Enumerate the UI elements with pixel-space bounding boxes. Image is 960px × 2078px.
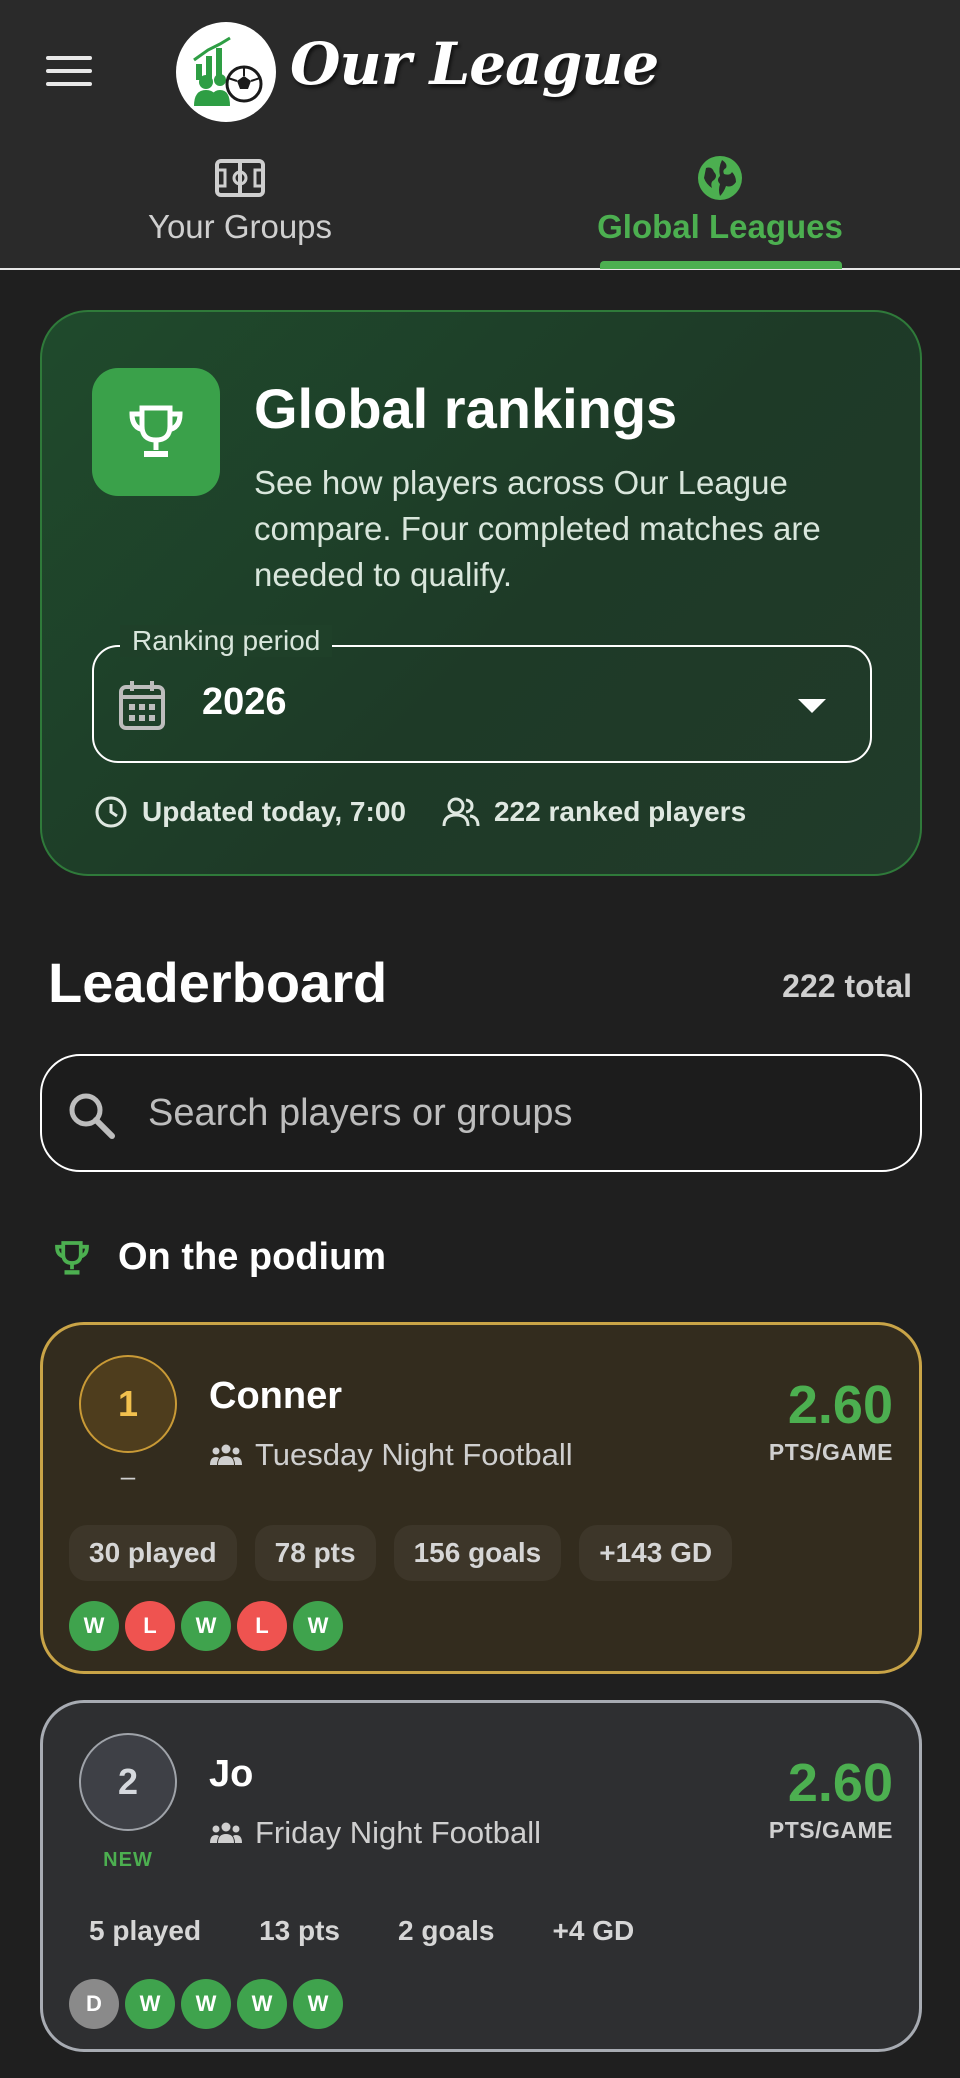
active-tab-indicator	[600, 261, 842, 269]
search-icon	[66, 1090, 118, 1142]
player-group-name: Tuesday Night Football	[255, 1437, 573, 1472]
hero-title: Global rankings	[254, 377, 678, 440]
trophy-icon	[92, 368, 220, 496]
stat-chips: 5 played 13 pts 2 goals +4 GD	[69, 1903, 672, 1959]
tab-label: Global Leagues	[597, 208, 843, 245]
recent-form: D W W W W	[69, 1979, 349, 2029]
global-rankings-card: Global rankings See how players across O…	[40, 310, 922, 876]
tab-your-groups[interactable]: Your Groups	[0, 140, 480, 268]
stat-goal-difference: +4 GD	[552, 1915, 635, 1946]
search-box	[40, 1054, 922, 1172]
form-result: W	[69, 1601, 119, 1651]
rankings-meta: Updated today, 7:00 222 ranked players	[94, 792, 746, 832]
group-icon	[210, 1444, 242, 1465]
rank-badge: 2	[79, 1733, 177, 1831]
stat-points: 13 pts	[259, 1915, 340, 1946]
form-result: W	[181, 1601, 231, 1651]
form-result: L	[237, 1601, 287, 1651]
stat-played: 5 played	[89, 1915, 202, 1946]
form-result: W	[125, 1979, 175, 2029]
recent-form: W L W L W	[69, 1601, 349, 1651]
stat-points: 78 pts	[254, 1525, 376, 1581]
form-result: L	[125, 1601, 175, 1651]
tab-global-leagues[interactable]: Global Leagues	[480, 140, 960, 268]
rank-change: NEW	[103, 1849, 153, 1871]
globe-icon	[694, 154, 746, 202]
app-bar: Our League	[0, 0, 960, 140]
stat-goal-difference: +143 GD	[579, 1525, 733, 1581]
score-unit: PTS/GAME	[768, 1439, 893, 1465]
chevron-down-icon	[798, 699, 826, 713]
stat-goals: 156 goals	[393, 1525, 562, 1581]
group-icon	[210, 1822, 242, 1843]
search-input[interactable]	[148, 1080, 888, 1146]
ranking-period-select[interactable]: Ranking period 2026	[92, 625, 872, 763]
app-brand-title: Our League	[290, 30, 659, 98]
player-card[interactable]: 1 – Conner Tuesday Night Football 2.60 P…	[40, 1322, 922, 1674]
rank-badge: 1	[79, 1355, 177, 1453]
tab-bar: Your Groups Global Leagues	[0, 140, 960, 270]
stat-played: 30 played	[69, 1525, 237, 1581]
player-group: Friday Night Football	[209, 1815, 541, 1851]
form-result: W	[181, 1979, 231, 2029]
stat-goals: 2 goals	[398, 1915, 495, 1946]
player-score: 2.60 PTS/GAME	[769, 1375, 893, 1466]
stat-chips: 30 played 78 pts 156 goals +143 GD	[69, 1525, 750, 1581]
score-value: 2.60	[787, 1753, 893, 1813]
ranked-players-info: 222 ranked players	[442, 796, 746, 828]
form-result: W	[237, 1979, 287, 2029]
podium-label: On the podium	[118, 1236, 387, 1278]
ranked-players-text: 222 ranked players	[493, 796, 747, 827]
podium-heading: On the podium	[52, 1236, 386, 1279]
updated-text: Updated today, 7:00	[142, 796, 406, 827]
rank-change: –	[120, 1461, 136, 1491]
form-result: D	[69, 1979, 119, 2029]
trophy-icon	[55, 1240, 89, 1275]
score-unit: PTS/GAME	[768, 1817, 893, 1843]
hero-description: See how players across Our League compar…	[254, 464, 821, 593]
updated-info: Updated today, 7:00	[94, 795, 406, 829]
clock-icon	[95, 796, 127, 828]
player-group: Tuesday Night Football	[209, 1437, 573, 1473]
league-logo-icon[interactable]	[176, 22, 276, 122]
tab-label: Your Groups	[147, 208, 333, 245]
player-card[interactable]: 2 NEW Jo Friday Night Football 2.60 PTS/…	[40, 1700, 922, 2052]
player-name: Jo	[209, 1753, 254, 1795]
player-score: 2.60 PTS/GAME	[769, 1753, 893, 1844]
player-group-name: Friday Night Football	[255, 1815, 542, 1850]
form-result: W	[293, 1979, 343, 2029]
player-name: Conner	[209, 1375, 342, 1417]
people-icon	[442, 797, 480, 827]
pitch-icon	[214, 154, 266, 202]
form-result: W	[293, 1601, 343, 1651]
ranking-period-value: 2026	[202, 681, 287, 723]
leaderboard-total: 222 total	[782, 968, 912, 1004]
leaderboard-title: Leaderboard	[48, 951, 388, 1014]
calendar-icon	[118, 679, 168, 733]
hamburger-menu-icon[interactable]	[40, 50, 98, 92]
score-value: 2.60	[787, 1375, 893, 1435]
ranking-period-label: Ranking period	[120, 625, 333, 657]
